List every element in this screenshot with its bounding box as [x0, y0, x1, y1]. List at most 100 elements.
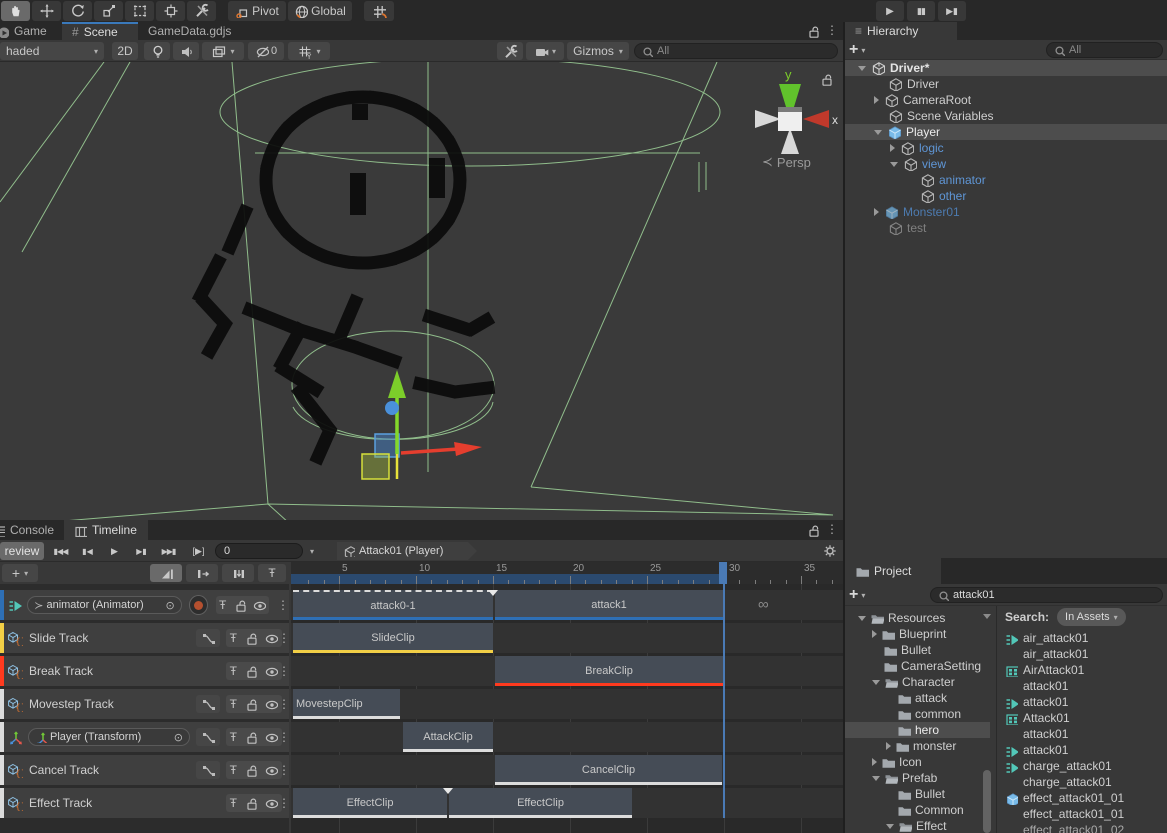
animator-binding-field[interactable]: ≻animator (Animator) ⊙: [27, 596, 182, 614]
track-menu-icon[interactable]: ⋮: [278, 763, 290, 777]
foldout-closed-icon[interactable]: [874, 96, 879, 104]
folder-item[interactable]: Blueprint: [845, 626, 990, 642]
lock-button[interactable]: [244, 796, 257, 810]
mute-eye-button[interactable]: [264, 697, 278, 711]
result-item[interactable]: effect_attack01_02: [1005, 822, 1167, 833]
tab-gamedata[interactable]: GameData.gdjs: [138, 22, 248, 40]
mute-eye-button[interactable]: [264, 730, 278, 744]
clip-cancel[interactable]: CancelClip: [495, 755, 722, 785]
play-button[interactable]: ▶: [876, 1, 904, 21]
track-menu-icon[interactable]: ⋮: [278, 796, 290, 810]
folder-item[interactable]: CameraSetting: [845, 658, 990, 674]
scene-visibility-button[interactable]: 0: [248, 42, 284, 60]
rotate-tool-button[interactable]: [63, 1, 92, 21]
pin-button[interactable]: Ŧ: [230, 796, 237, 810]
foldout-closed-icon[interactable]: [886, 742, 891, 750]
tab-game[interactable]: Game: [0, 22, 62, 40]
pin-button[interactable]: Ŧ: [230, 631, 237, 645]
timeline-play-button[interactable]: ▶: [102, 542, 127, 560]
gizmos-dropdown[interactable]: Gizmos ▾: [567, 42, 629, 60]
pin-button[interactable]: Ŧ: [219, 598, 226, 612]
mix-mode-button[interactable]: [150, 564, 182, 582]
folder-item[interactable]: Effect: [845, 818, 990, 833]
folder-item[interactable]: Resources: [845, 610, 990, 626]
marker-toggle-button[interactable]: Ŧ: [258, 564, 286, 582]
ripple-mode-button[interactable]: [186, 564, 218, 582]
previous-frame-button[interactable]: ▮◀: [75, 542, 100, 560]
scene-viewport[interactable]: y x ≺ Persp: [0, 62, 843, 520]
clip-effect-2[interactable]: EffectClip: [449, 788, 632, 818]
mute-eye-button[interactable]: [252, 598, 266, 612]
scale-tool-button[interactable]: [94, 1, 123, 21]
hierarchy-item-selected[interactable]: Player: [845, 124, 1167, 140]
lock-button[interactable]: [244, 730, 257, 744]
go-to-start-button[interactable]: ▮◀◀: [48, 542, 73, 560]
clip-ease-marker[interactable]: [443, 788, 453, 794]
tree-scrollbar[interactable]: [983, 770, 991, 833]
lock-button[interactable]: [244, 763, 257, 777]
result-item[interactable]: attack01: [1005, 742, 1167, 758]
projection-mode-label[interactable]: ≺ Persp: [762, 154, 811, 170]
foldout-open-icon[interactable]: [874, 130, 882, 135]
clip-movestep[interactable]: MovestepClip: [293, 689, 400, 719]
foldout-open-icon[interactable]: [872, 776, 880, 781]
step-button[interactable]: ▶▮: [938, 1, 966, 21]
preview-toggle-button[interactable]: review: [0, 542, 44, 560]
folder-item[interactable]: common: [845, 706, 990, 722]
replace-mode-button[interactable]: [222, 564, 254, 582]
result-item[interactable]: effect_attack01_01: [1005, 806, 1167, 822]
frame-dropdown-icon[interactable]: ▾: [310, 547, 314, 556]
result-item[interactable]: attack01: [1005, 726, 1167, 742]
folder-item[interactable]: Common: [845, 802, 990, 818]
foldout-open-icon[interactable]: [872, 680, 880, 685]
grid-snap-button[interactable]: [364, 1, 394, 21]
playhead-marker[interactable]: [719, 562, 727, 584]
scroll-up-icon[interactable]: [983, 614, 991, 619]
foldout-open-icon[interactable]: [886, 824, 894, 829]
mute-eye-button[interactable]: [264, 631, 278, 645]
timeline-breadcrumb[interactable]: Attack01 (Player): [337, 542, 477, 560]
foldout-closed-icon[interactable]: [872, 758, 877, 766]
folder-item[interactable]: Prefab: [845, 770, 990, 786]
track-header-cancel[interactable]: Cancel Track Ŧ ⋮: [0, 755, 289, 785]
timeline-settings-gear-icon[interactable]: [822, 543, 837, 558]
hierarchy-item[interactable]: Monster01: [845, 204, 1167, 220]
result-item[interactable]: effect_attack01_01: [1005, 790, 1167, 806]
hierarchy-item[interactable]: CameraRoot: [845, 92, 1167, 108]
track-menu-icon[interactable]: ⋮: [278, 631, 290, 645]
hierarchy-item[interactable]: view: [845, 156, 1167, 172]
hierarchy-item[interactable]: animator: [845, 172, 1167, 188]
transform-binding-field[interactable]: Player (Transform) ⊙: [28, 728, 190, 746]
tab-hierarchy[interactable]: ≡ Hierarchy: [845, 22, 957, 40]
hierarchy-item[interactable]: other: [845, 188, 1167, 204]
record-button[interactable]: [189, 595, 208, 615]
rect-tool-button[interactable]: [125, 1, 154, 21]
2d-toggle-button[interactable]: 2D: [112, 42, 138, 60]
curve-button[interactable]: [196, 761, 220, 779]
folder-item[interactable]: Bullet: [845, 786, 990, 802]
curve-button[interactable]: [196, 728, 220, 746]
clip-attack[interactable]: AttackClip: [403, 722, 493, 752]
move-tool-button[interactable]: [32, 1, 61, 21]
track-menu-icon[interactable]: ⋮: [278, 730, 290, 744]
scene-camera-dropdown[interactable]: ▾: [526, 42, 564, 60]
hierarchy-item[interactable]: logic: [845, 140, 1167, 156]
tab-project[interactable]: Project: [845, 558, 941, 584]
hierarchy-search-input[interactable]: All: [1046, 42, 1163, 58]
foldout-closed-icon[interactable]: [890, 144, 895, 152]
track-menu-icon[interactable]: ⋮: [278, 664, 290, 678]
timeline-ruler[interactable]: 5 10 15 20 25 30 35: [291, 562, 843, 584]
timeline-menu-icon[interactable]: ⋮: [826, 522, 838, 536]
track-header-animator[interactable]: ≻animator (Animator) ⊙ Ŧ ⋮: [0, 590, 289, 620]
pin-button[interactable]: Ŧ: [230, 763, 237, 777]
hierarchy-item[interactable]: test: [845, 220, 1167, 236]
hierarchy-item[interactable]: Driver: [845, 76, 1167, 92]
mute-eye-button[interactable]: [264, 763, 278, 777]
global-toggle-button[interactable]: Global: [288, 1, 352, 21]
foldout-closed-icon[interactable]: [874, 208, 879, 216]
hierarchy-item[interactable]: Scene Variables: [845, 108, 1167, 124]
project-add-button[interactable]: + ▾: [849, 586, 865, 604]
scene-menu-icon[interactable]: ⋮: [826, 23, 838, 37]
folder-item[interactable]: Character: [845, 674, 990, 690]
pivot-toggle-button[interactable]: Pivot: [228, 1, 286, 21]
